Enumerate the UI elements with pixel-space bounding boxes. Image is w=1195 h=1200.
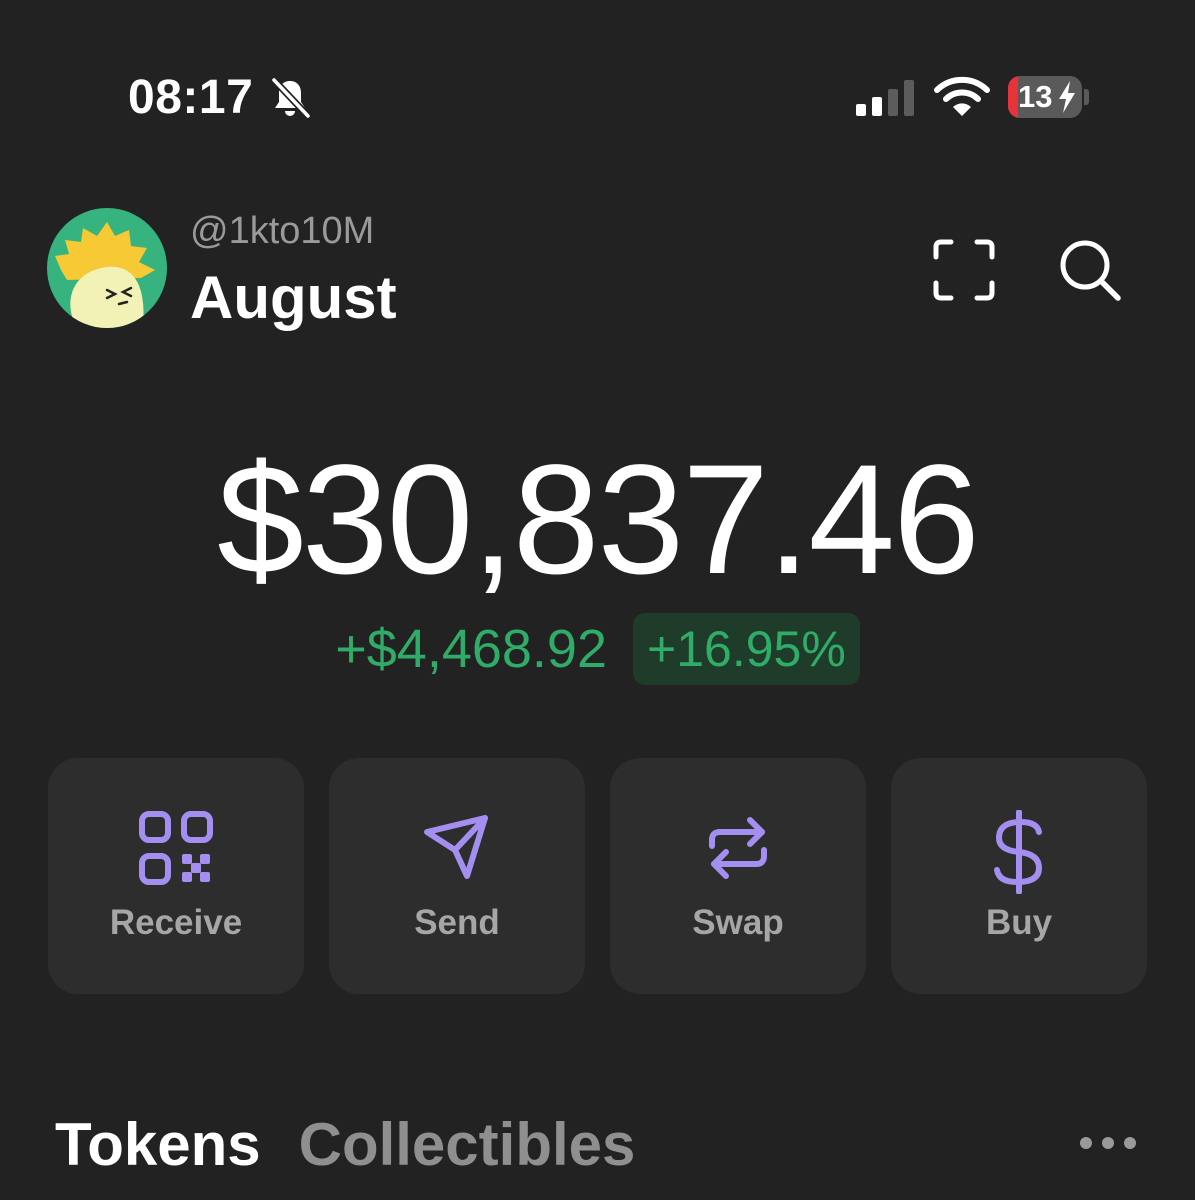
send-button[interactable]: Send [329, 758, 585, 994]
swap-label: Swap [692, 903, 784, 942]
balance-change: +$4,468.92 +16.95% [0, 612, 1195, 686]
charging-bolt-icon [1059, 81, 1075, 113]
status-time: 08:17 [128, 71, 254, 124]
bell-slash-icon [271, 77, 311, 119]
change-percent-badge: +16.95% [633, 613, 860, 685]
avatar-illustration [47, 208, 167, 328]
cellular-signal-icon [856, 80, 914, 116]
tab-tokens[interactable]: Tokens [55, 1108, 261, 1182]
more-dot [1102, 1137, 1114, 1149]
tab-collectibles[interactable]: Collectibles [299, 1108, 636, 1182]
more-dot [1124, 1137, 1136, 1149]
swap-arrows-icon [709, 817, 767, 879]
buy-label: Buy [985, 903, 1053, 942]
account-handle: @1kto10M [190, 210, 375, 252]
dollar-sign-icon [994, 810, 1043, 894]
swap-button[interactable]: Swap [610, 758, 866, 994]
search-icon [1060, 240, 1121, 301]
send-label: Send [414, 903, 500, 942]
buy-button[interactable]: Buy [891, 758, 1147, 994]
qr-code-icon [139, 811, 213, 885]
scan-button[interactable] [924, 230, 1004, 310]
receive-label: Receive [109, 903, 243, 942]
battery-cap [1084, 89, 1089, 105]
search-button[interactable] [1050, 230, 1130, 310]
paper-plane-icon [424, 815, 488, 879]
total-balance: $30,837.46 [217, 433, 980, 607]
battery-indicator: 13 [1008, 76, 1082, 118]
change-amount: +$4,468.92 [335, 619, 607, 679]
more-options-button[interactable] [1080, 1130, 1142, 1156]
more-horizontal-icon [1080, 1137, 1092, 1149]
account-name[interactable]: August [190, 262, 397, 334]
account-avatar[interactable] [47, 208, 167, 328]
scan-frame-icon [933, 239, 995, 301]
receive-button[interactable]: Receive [48, 758, 304, 994]
battery-percent: 13 [1018, 79, 1053, 114]
asset-tabs: Tokens Collectibles [55, 1108, 635, 1182]
wifi-icon [934, 76, 990, 116]
